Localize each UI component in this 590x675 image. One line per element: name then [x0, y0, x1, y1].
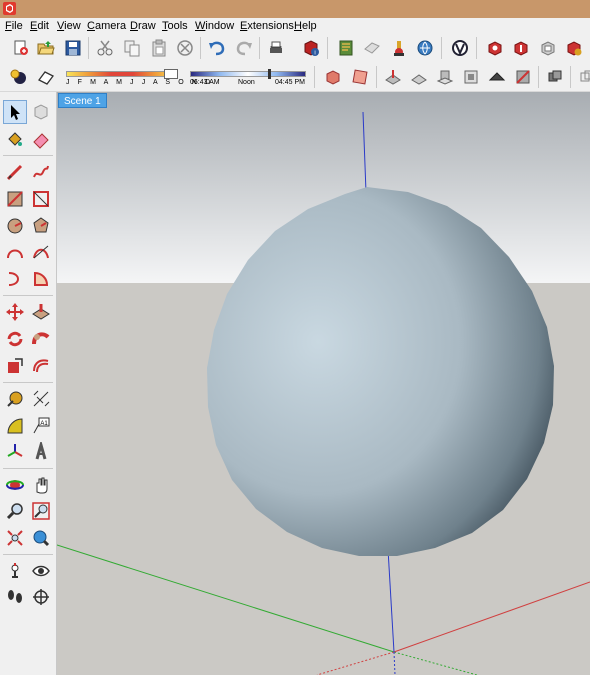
model-viewport[interactable]	[57, 92, 590, 675]
copy-icon[interactable]	[121, 37, 143, 59]
back-edges-icon[interactable]	[576, 66, 590, 88]
smoove-icon[interactable]	[408, 66, 430, 88]
section-plane-icon[interactable]	[322, 66, 344, 88]
paint-bucket-icon[interactable]	[3, 127, 27, 151]
circle-icon[interactable]	[3, 214, 27, 238]
menu-tools[interactable]: Tools	[162, 19, 188, 33]
menu-file[interactable]: File	[5, 19, 23, 33]
zoom-icon[interactable]	[3, 499, 27, 523]
menu-view[interactable]: View	[57, 19, 81, 33]
extension-warehouse-icon[interactable]	[388, 37, 410, 59]
rotate-icon[interactable]	[3, 327, 27, 351]
time-mid-label: Noon	[238, 79, 255, 86]
month-slider[interactable]	[66, 71, 178, 77]
title-bar	[0, 0, 590, 18]
3-point-arc-icon[interactable]	[3, 267, 27, 291]
geolocation-icon[interactable]	[414, 37, 436, 59]
section-plane-tool-icon[interactable]	[29, 585, 53, 609]
eraser-icon[interactable]	[29, 127, 53, 151]
flip-edge-icon[interactable]	[512, 66, 534, 88]
menu-window[interactable]: Window	[195, 19, 234, 33]
time-end-label: 04:45 PM	[275, 79, 305, 86]
model-canvas	[57, 92, 590, 675]
sandbox-icon[interactable]	[382, 66, 404, 88]
fog-icon[interactable]	[35, 66, 57, 88]
arc-icon[interactable]	[3, 240, 27, 264]
look-around-icon[interactable]	[29, 559, 53, 583]
orbit-icon[interactable]	[3, 473, 27, 497]
walk-icon[interactable]	[3, 585, 27, 609]
cut-icon[interactable]	[94, 37, 116, 59]
pie-icon[interactable]	[29, 267, 53, 291]
zoom-window-icon[interactable]	[29, 499, 53, 523]
share-model-icon[interactable]	[361, 37, 383, 59]
drape-icon[interactable]	[460, 66, 482, 88]
pan-icon[interactable]	[29, 473, 53, 497]
section-display-icon[interactable]	[349, 66, 371, 88]
stamp-icon[interactable]	[434, 66, 456, 88]
options-icon[interactable]	[537, 37, 559, 59]
main-toolbar: i	[0, 34, 590, 62]
3d-text-icon[interactable]	[29, 440, 53, 464]
menu-bar: File Edit View Camera Draw Tools Window …	[0, 18, 590, 34]
time-slider-thumb[interactable]	[268, 69, 271, 79]
position-camera-icon[interactable]	[3, 559, 27, 583]
rotated-rectangle-icon[interactable]	[29, 187, 53, 211]
svg-text:A1: A1	[40, 421, 48, 427]
print-icon[interactable]	[265, 37, 287, 59]
dimension-icon[interactable]	[29, 387, 53, 411]
select-icon[interactable]	[3, 100, 27, 124]
redo-icon[interactable]	[233, 37, 255, 59]
save-icon[interactable]	[62, 37, 84, 59]
add-detail-icon[interactable]	[486, 66, 508, 88]
zoom-extents-icon[interactable]	[3, 526, 27, 550]
dynamic-component-icon[interactable]	[484, 37, 506, 59]
new-icon[interactable]	[10, 37, 32, 59]
menu-edit[interactable]: Edit	[30, 19, 49, 33]
menu-camera[interactable]: Camera	[87, 19, 126, 33]
sketchup-logo-icon	[3, 2, 16, 15]
month-slider-thumb[interactable]	[164, 69, 178, 79]
previous-view-icon[interactable]	[29, 526, 53, 550]
section-sandbox-toolbar	[314, 62, 590, 91]
axes-icon[interactable]	[3, 440, 27, 464]
undo-icon[interactable]	[206, 37, 228, 59]
menu-draw[interactable]: Draw	[130, 19, 156, 33]
move-icon[interactable]	[3, 300, 27, 324]
tape-measure-icon[interactable]	[3, 387, 27, 411]
push-pull-icon[interactable]	[29, 300, 53, 324]
model-info-icon[interactable]: i	[300, 37, 322, 59]
vray-icon[interactable]	[449, 37, 471, 59]
freehand-icon[interactable]	[29, 160, 53, 184]
protractor-icon[interactable]	[3, 414, 27, 438]
make-component-icon[interactable]	[29, 100, 53, 124]
shadows-toggle-icon[interactable]	[8, 66, 30, 88]
time-start-label: 06:43 AM	[190, 79, 220, 86]
scale-icon[interactable]	[3, 354, 27, 378]
paste-icon[interactable]	[148, 37, 170, 59]
open-icon[interactable]	[35, 37, 57, 59]
rectangle-icon[interactable]	[3, 187, 27, 211]
2-point-arc-icon[interactable]	[29, 240, 53, 264]
3d-warehouse-icon[interactable]	[335, 37, 357, 59]
svg-text:i: i	[314, 51, 315, 57]
menu-help[interactable]: Help	[294, 19, 317, 33]
attributes-icon[interactable]	[563, 37, 585, 59]
interact-icon[interactable]	[510, 37, 532, 59]
follow-me-icon[interactable]	[29, 327, 53, 351]
time-slider[interactable]	[190, 71, 306, 77]
text-icon[interactable]: A1	[29, 414, 53, 438]
menu-extensions[interactable]: Extensions	[240, 19, 294, 33]
left-toolbar: A1	[0, 92, 57, 675]
scene-tab[interactable]: Scene 1	[58, 93, 107, 108]
erase-icon[interactable]	[174, 37, 196, 59]
offset-icon[interactable]	[29, 354, 53, 378]
line-icon[interactable]	[3, 160, 27, 184]
polygon-icon[interactable]	[29, 214, 53, 238]
xray-icon[interactable]	[544, 66, 566, 88]
